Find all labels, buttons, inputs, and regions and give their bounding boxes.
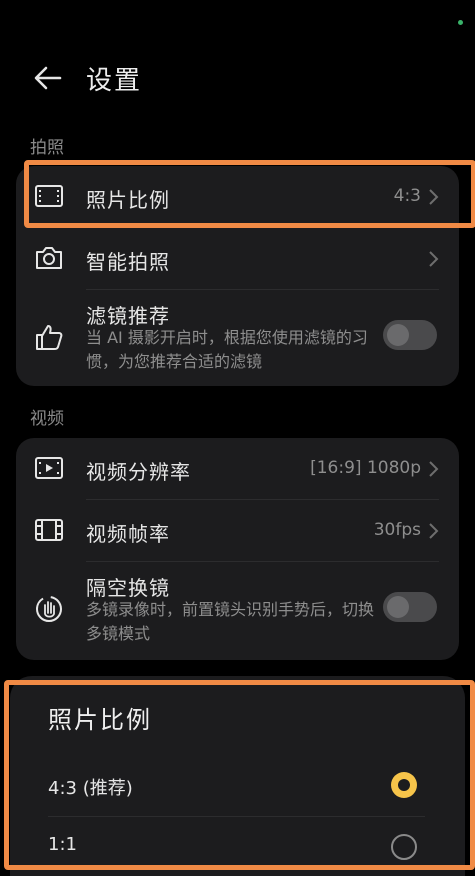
highlight-box-sheet <box>4 680 475 870</box>
setting-description: 多镜录像时，前置镜头识别手势后，切换多镜模式 <box>86 600 375 643</box>
hand-gesture-icon <box>32 592 66 626</box>
video-settings-card: 视频分辨率 [16:9] 1080p 视频帧率 30fps 隔空换镜 多镜录像时… <box>16 438 459 660</box>
setting-label: 隔空换镜 <box>86 576 170 600</box>
setting-label: 滤镜推荐 <box>86 304 170 328</box>
setting-label: 视频分辨率 <box>86 460 191 484</box>
camera-icon <box>32 241 66 275</box>
film-icon <box>32 513 66 547</box>
setting-value: 30fps <box>373 520 421 540</box>
toggle-knob <box>387 596 409 618</box>
section-label-video: 视频 <box>30 409 64 429</box>
air-gesture-toggle[interactable] <box>383 592 437 622</box>
setting-air-gesture-switch: 隔空换镜 多镜录像时，前置镜头识别手势后，切换多镜模式 <box>16 562 459 658</box>
video-resolution-icon <box>32 451 66 485</box>
setting-label: 智能拍照 <box>86 250 170 274</box>
top-bar: 设置 <box>0 20 475 112</box>
page-title: 设置 <box>86 66 143 96</box>
section-label-photo: 拍照 <box>30 138 64 158</box>
setting-smart-capture[interactable]: 智能拍照 <box>16 228 459 288</box>
toggle-knob <box>387 324 409 346</box>
status-dot <box>458 20 463 25</box>
setting-filter-recommend: 滤镜推荐 当 AI 摄影开启时，根据您使用滤镜的习惯，为您推荐合适的滤镜 <box>16 290 459 386</box>
setting-value: [16:9] 1080p <box>310 458 421 478</box>
setting-description: 当 AI 摄影开启时，根据您使用滤镜的习惯，为您推荐合适的滤镜 <box>86 328 368 371</box>
filter-recommend-toggle[interactable] <box>383 320 437 350</box>
setting-video-framerate[interactable]: 视频帧率 30fps <box>16 500 459 560</box>
chevron-right-icon <box>427 250 439 268</box>
setting-label: 视频帧率 <box>86 522 170 546</box>
back-arrow-icon[interactable] <box>32 62 64 94</box>
chevron-right-icon <box>427 522 439 540</box>
setting-video-resolution[interactable]: 视频分辨率 [16:9] 1080p <box>16 438 459 498</box>
highlight-box-photo-ratio <box>24 160 475 228</box>
thumbs-up-icon <box>32 320 66 354</box>
chevron-right-icon <box>427 460 439 478</box>
